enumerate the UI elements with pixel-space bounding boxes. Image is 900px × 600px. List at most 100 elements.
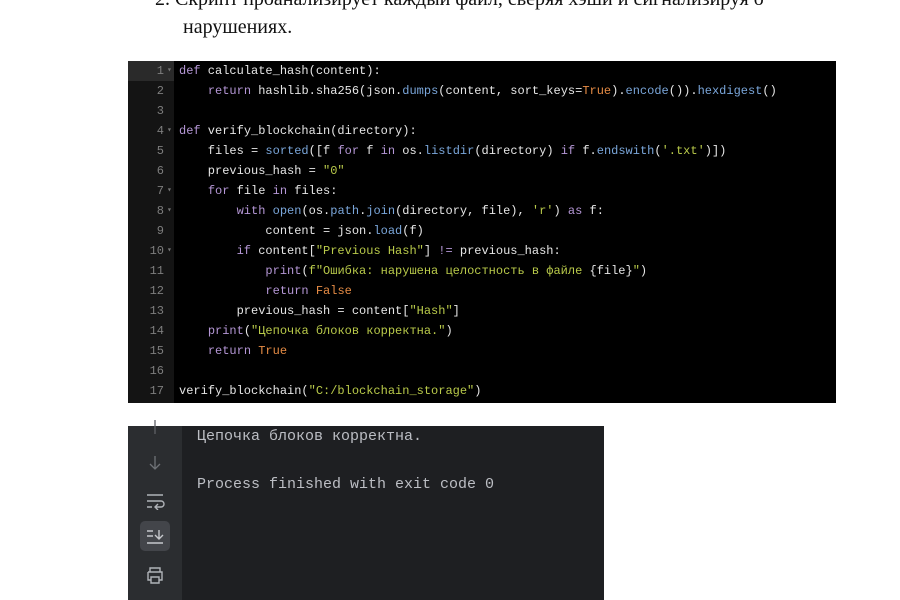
code-token-kw: def: [179, 64, 201, 78]
fold-chevron-icon[interactable]: ▾: [167, 201, 172, 221]
code-line: 9 content = json.load(f): [128, 221, 836, 241]
code-token-plain: )]): [704, 144, 727, 158]
code-token-plain: ).: [611, 84, 626, 98]
code-line: 17 verify_blockchain("C:/blockchain_stora…: [128, 381, 836, 401]
code-token-plain: verify_blockchain(directory):: [200, 124, 417, 138]
code-token-kw: with: [236, 204, 266, 218]
code-text: verify_blockchain("C:/blockchain_storage…: [179, 381, 481, 401]
code-token-plain: f:: [582, 204, 604, 218]
print-icon[interactable]: [140, 560, 170, 590]
code-token-plain: f.: [575, 144, 597, 158]
fold-chevron-icon[interactable]: ▾: [167, 241, 172, 261]
code-text: with open(os.path.join(directory, file),…: [179, 201, 604, 221]
code-token-str: 'r': [531, 204, 554, 218]
code-token-plain: ): [474, 384, 482, 398]
code-token-str: "C:/blockchain_storage": [308, 384, 475, 398]
code-text: previous_hash = content["Hash"]: [179, 301, 460, 321]
code-text: for file in files:: [179, 181, 338, 201]
scroll-down-icon[interactable]: [140, 448, 170, 478]
code-line: 12 return False: [128, 281, 836, 301]
code-token-str: "Previous Hash": [315, 244, 424, 258]
code-token-fn: listdir: [423, 144, 475, 158]
line-number: 14: [149, 324, 164, 338]
code-text: previous_hash = "0": [179, 161, 345, 181]
code-token-str: "Hash": [409, 304, 453, 318]
code-token-const: False: [315, 284, 352, 298]
code-token-fn: sorted: [265, 144, 309, 158]
code-text: files = sorted([f for f in os.listdir(di…: [179, 141, 727, 161]
code-text: content = json.load(f): [179, 221, 424, 241]
scroll-up-icon[interactable]: [140, 418, 170, 438]
code-text: print(f"Ошибка: нарушена целостность в ф…: [179, 261, 647, 281]
code-text: return hashlib.sha256(json.dumps(content…: [179, 81, 777, 101]
line-number: 15: [149, 344, 164, 358]
code-token-plain: (f): [402, 224, 424, 238]
code-token-plain: ): [553, 204, 568, 218]
code-token-kw: in: [380, 144, 396, 158]
console-toolbar: [128, 420, 182, 600]
code-line: 11 print(f"Ошибка: нарушена целостность …: [128, 261, 836, 281]
code-token-plain: (content, sort_keys=: [438, 84, 583, 98]
line-number: 5: [156, 144, 164, 158]
line-number: 8: [156, 204, 164, 218]
code-token-plain: ]: [452, 304, 460, 318]
code-token-str: "0": [323, 164, 345, 178]
line-number: 11: [149, 264, 164, 278]
code-line: 7 ▾ for file in files:: [128, 181, 836, 201]
list-item-text-continued: нарушениях.: [183, 16, 293, 38]
code-token-plain: (: [654, 144, 662, 158]
code-line: 13 previous_hash = content["Hash"]: [128, 301, 836, 321]
code-token-fn: encode: [625, 84, 669, 98]
code-token-str: ": [632, 264, 640, 278]
fold-chevron-icon[interactable]: ▾: [167, 181, 172, 201]
code-token-plain: (os.: [301, 204, 331, 218]
code-text: if content["Previous Hash"] != previous_…: [179, 241, 561, 261]
soft-wrap-icon[interactable]: [140, 486, 170, 516]
code-token-plain: (): [762, 84, 777, 98]
code-line: 4 ▾ def verify_blockchain(directory):: [128, 121, 836, 141]
fold-chevron-icon[interactable]: ▾: [167, 61, 172, 81]
code-token-fn: hexdigest: [697, 84, 763, 98]
scroll-to-end-icon[interactable]: [140, 521, 170, 551]
fold-chevron-icon[interactable]: ▾: [167, 121, 172, 141]
code-token-kw: !=: [438, 244, 453, 258]
code-line: 16: [128, 361, 836, 381]
code-line: 10 ▾ if content["Previous Hash"] != previ…: [128, 241, 836, 261]
code-token-plain: verify_blockchain(: [179, 384, 309, 398]
console-output-line: Цепочка блоков корректна.: [197, 428, 423, 445]
code-token-kw: if: [236, 244, 252, 258]
line-number: 10: [149, 244, 164, 258]
code-token-plain: hashlib.sha256(json.: [251, 84, 403, 98]
code-line: 5 files = sorted([f for f in os.listdir(…: [128, 141, 836, 161]
code-token-fn: dumps: [402, 84, 439, 98]
code-token-plain: content[: [251, 244, 316, 258]
line-number: 12: [149, 284, 164, 298]
code-editor: 1 ▾ def calculate_hash(content): 2 return h…: [128, 61, 836, 403]
code-token-plain: previous_hash =: [179, 164, 324, 178]
code-token-kw: for: [337, 144, 360, 158]
code-token-plain: content = json.: [179, 224, 374, 238]
code-text: def calculate_hash(content):: [179, 61, 381, 81]
code-token-kw: for: [207, 184, 230, 198]
code-token-plain: {file}: [589, 264, 633, 278]
console-exit-message: Process finished with exit code 0: [197, 476, 495, 493]
code-token-plain: files =: [179, 144, 266, 158]
code-line: 6 previous_hash = "0": [128, 161, 836, 181]
code-token-plain: previous_hash = content[: [179, 304, 410, 318]
code-token-plain: ()).: [668, 84, 698, 98]
code-token-str: "Цепочка блоков корректна.": [251, 324, 446, 338]
code-token-plain: calculate_hash(content):: [200, 64, 381, 78]
code-token-plain: (directory, file),: [395, 204, 532, 218]
code-token-plain: (: [301, 264, 309, 278]
code-token-plain: ]: [423, 244, 439, 258]
line-number: 16: [149, 364, 164, 378]
code-token-kw: return: [265, 284, 309, 298]
code-line: 3: [128, 101, 836, 121]
